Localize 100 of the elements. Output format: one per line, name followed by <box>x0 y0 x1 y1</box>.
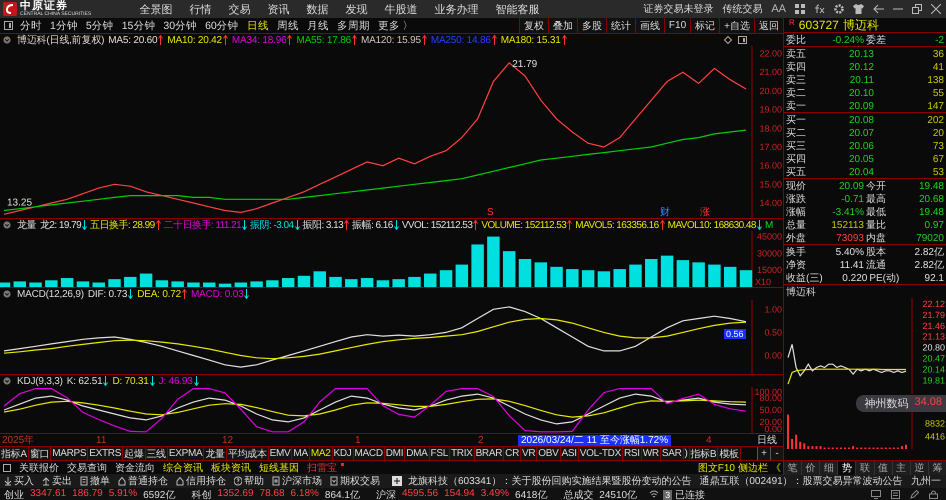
news-headline[interactable]: 龙旗科技（603341）：关于股份回购实施结果暨股份变动的公告 <box>408 474 692 488</box>
indicator-tab[interactable]: VR <box>521 447 538 460</box>
indicator-tab[interactable]: MA <box>292 447 310 460</box>
period-tab[interactable]: 月线 <box>302 18 333 32</box>
index-change: 78.68 <box>260 488 285 500</box>
chart-tool-button[interactable]: F10 <box>664 18 690 33</box>
indicator-tab[interactable]: MACD <box>354 447 385 460</box>
indicator-tab[interactable]: OBV <box>537 447 561 460</box>
period-tab[interactable]: 5分钟 <box>82 18 118 32</box>
zoom-button[interactable]: - <box>770 447 783 460</box>
indicator-tab[interactable]: 模板 <box>718 447 741 460</box>
function-tab[interactable]: 资金流向 <box>111 460 159 474</box>
indicator-tab[interactable]: EXTRS <box>88 447 124 460</box>
status-link[interactable]: 传统交易 <box>722 2 762 16</box>
status-link[interactable]: 证券交易未登录 <box>643 2 714 16</box>
font-size-button[interactable]: AA <box>771 3 786 15</box>
quote-tab[interactable]: 筹 <box>928 460 946 474</box>
indicator-tab[interactable]: EMV <box>268 447 292 460</box>
toolbar-button[interactable]: 撤单 <box>76 474 114 488</box>
news-headline[interactable]: 九州一 <box>910 474 941 488</box>
toolbar-button[interactable]: 信用持仓 <box>172 474 230 488</box>
period-tab[interactable]: 多周期 <box>332 18 374 32</box>
nav-link[interactable]: 牛股道 <box>376 2 426 16</box>
axis-label: 50.00 <box>759 405 782 415</box>
function-tab[interactable]: 扫雷宝 <box>303 460 341 474</box>
nav-link[interactable]: 全景图 <box>131 2 181 16</box>
toolbar-button[interactable]: 卖出 <box>38 474 76 488</box>
side-link[interactable]: 《 <box>771 460 781 474</box>
zoom-button[interactable]: + <box>757 447 770 460</box>
indicator-tab[interactable]: MA2 <box>310 447 332 460</box>
indicator-tab[interactable]: SAR <box>660 447 684 460</box>
indicator-tab[interactable]: CR <box>504 447 521 460</box>
nav-link[interactable]: 发现 <box>337 2 376 16</box>
indicator-tab[interactable]: ASI <box>560 447 579 460</box>
indicator-tab[interactable]: KDJ <box>332 447 354 460</box>
toolbar-button[interactable]: 买入 <box>0 474 38 488</box>
quote-tab[interactable]: 值 <box>874 460 892 474</box>
indicator-tab[interactable]: DMI <box>384 447 406 460</box>
chart-tool-button[interactable]: 标记 <box>690 18 720 33</box>
quote-tab[interactable]: 细 <box>819 460 838 474</box>
event-marker[interactable]: 涨 <box>700 207 710 218</box>
toolbar-button[interactable]: 帮助 <box>230 474 268 488</box>
indicator-tab[interactable]: 起爆 <box>123 447 146 460</box>
nav-link[interactable]: 资讯 <box>259 2 298 16</box>
chart-tool-button[interactable]: 多股 <box>576 18 606 33</box>
period-tab[interactable]: 分时 <box>16 18 46 32</box>
period-tab[interactable]: 15分钟 <box>118 18 160 32</box>
quote-tab[interactable]: 笔 <box>783 460 802 474</box>
chart-tool-button[interactable]: 画线 <box>634 18 664 33</box>
indicator-tab[interactable]: 窗口 <box>28 447 52 460</box>
side-link[interactable]: 侧边栏 <box>738 460 768 474</box>
function-tab[interactable]: 短线基因 <box>255 460 303 474</box>
indicator-tab[interactable]: DMA <box>405 447 430 460</box>
side-link[interactable]: 图文F10 <box>698 460 735 474</box>
period-tab[interactable]: 更多 〉 <box>374 18 418 32</box>
indicator-tab[interactable]: TRIX <box>450 447 475 460</box>
chart-tool-button[interactable]: 叠加 <box>548 18 577 33</box>
indicator-tab[interactable]: 指标B <box>690 447 718 460</box>
event-marker[interactable]: 财 <box>660 207 670 218</box>
quote-tab[interactable]: 逆 <box>910 460 928 474</box>
indicator-tab[interactable]: EXPMA <box>168 447 204 460</box>
nav-link[interactable]: 交易 <box>220 2 259 16</box>
indicator-tab[interactable]: BRAR <box>474 447 504 460</box>
nav-link[interactable]: 智能客服 <box>487 2 548 16</box>
news-headline[interactable]: 通鼎互联（002491）：股票交易异常波动公告 <box>699 474 903 488</box>
period-tab[interactable]: 30分钟 <box>159 18 202 32</box>
indicator-tab[interactable]: WR <box>642 447 661 460</box>
indicator-tab[interactable]: MARPS <box>51 447 88 460</box>
indicator-tab[interactable]: 指标A <box>0 447 29 460</box>
indicator-tab[interactable]: VOL-TDX <box>578 447 623 460</box>
indicator-tab[interactable]: 三线 <box>146 447 168 460</box>
period-tab[interactable]: 周线 <box>272 18 303 32</box>
chart-tool-button[interactable]: 返回 <box>754 18 783 33</box>
chart-tool-button[interactable]: +自选 <box>719 18 754 33</box>
event-marker[interactable]: S <box>487 207 494 218</box>
period-tab[interactable]: 1分钟 <box>46 18 82 32</box>
function-tab[interactable]: 关联报价 <box>15 460 63 474</box>
toolbar-button[interactable]: 普通持仓 <box>114 474 172 488</box>
toolbar-button[interactable]: 期权交易 <box>326 474 384 488</box>
nav-link[interactable]: 行情 <box>181 2 220 16</box>
nav-link[interactable]: 业务办理 <box>426 2 487 16</box>
period-tab[interactable]: 60分钟 <box>201 18 243 32</box>
indicator-tab[interactable]: 平均成本 <box>226 447 269 460</box>
chart-tool-button[interactable]: 复权 <box>518 18 548 33</box>
chart-tool-button[interactable]: 统计 <box>606 18 635 33</box>
indicator-tab[interactable]: FSL <box>430 447 450 460</box>
period-tab[interactable]: 日线 <box>242 18 273 32</box>
nav-link[interactable]: 数据 <box>298 2 337 16</box>
quote-tab[interactable]: 主 <box>892 460 910 474</box>
toolbar-button[interactable]: 沪深市场 <box>268 474 326 488</box>
quote-tab[interactable]: 联 <box>855 460 874 474</box>
stock-popup[interactable]: 神州数码 34.08 <box>856 395 946 412</box>
quote-tab[interactable]: 势 <box>837 460 856 474</box>
function-tab[interactable]: 综合资讯 <box>159 460 207 474</box>
indicator-tab[interactable]: 龙量 <box>204 447 227 460</box>
quote-value: -2 <box>934 34 944 46</box>
indicator-tab[interactable]: RSI <box>622 447 642 460</box>
function-tab[interactable]: 交易查询 <box>63 460 111 474</box>
quote-tab[interactable]: 价 <box>801 460 820 474</box>
function-tab[interactable]: 板块资讯 <box>207 460 255 474</box>
